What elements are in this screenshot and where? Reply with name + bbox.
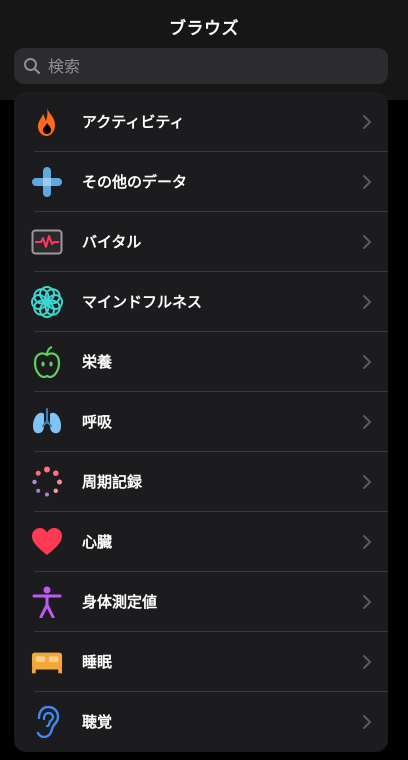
category-row-sleep[interactable]: 睡眠	[14, 632, 388, 692]
category-row-respiratory[interactable]: 呼吸	[14, 392, 388, 452]
category-row-nutrition[interactable]: 栄養	[14, 332, 388, 392]
apple-icon	[31, 346, 63, 378]
category-label: バイタル	[82, 233, 142, 251]
category-label: 聴覚	[82, 713, 113, 731]
category-label: アクティビティ	[82, 113, 185, 131]
category-row-activity[interactable]: アクティビティ	[14, 92, 388, 152]
chevron-right-icon	[363, 715, 371, 729]
category-label: 身体測定値	[82, 593, 158, 611]
cycle-dots-icon	[31, 466, 63, 498]
search-input[interactable]	[46, 55, 370, 77]
search-field[interactable]	[14, 48, 388, 84]
chevron-right-icon	[363, 175, 371, 189]
chevron-right-icon	[363, 415, 371, 429]
vitals-monitor-icon	[31, 226, 63, 258]
category-row-hearing[interactable]: 聴覚	[14, 692, 388, 752]
category-row-body-measurements[interactable]: 身体測定値	[14, 572, 388, 632]
body-figure-icon	[31, 586, 63, 618]
top-bar: ブラウズ	[0, 0, 408, 100]
category-label: 心臓	[82, 533, 113, 551]
chevron-right-icon	[363, 235, 371, 249]
category-row-cycle-tracking[interactable]: 周期記録	[14, 452, 388, 512]
category-list: アクティビティ その他のデータ バイタル マインドフルネス 栄養 呼吸 周期記録…	[14, 92, 388, 752]
bed-icon	[31, 646, 63, 678]
chevron-right-icon	[363, 595, 371, 609]
category-label: 栄養	[82, 353, 113, 371]
chevron-right-icon	[363, 355, 371, 369]
category-row-other-data[interactable]: その他のデータ	[14, 152, 388, 212]
category-row-vitals[interactable]: バイタル	[14, 212, 388, 272]
flame-icon	[31, 106, 63, 138]
category-label: 睡眠	[82, 653, 113, 671]
category-row-mindfulness[interactable]: マインドフルネス	[14, 272, 388, 332]
mindfulness-flower-icon	[31, 286, 63, 318]
category-label: その他のデータ	[82, 173, 188, 191]
chevron-right-icon	[363, 655, 371, 669]
category-label: 周期記録	[82, 473, 143, 491]
page-title: ブラウズ	[169, 19, 239, 39]
lungs-icon	[31, 406, 63, 438]
ear-icon	[31, 706, 63, 738]
category-label: マインドフルネス	[82, 293, 203, 311]
chevron-right-icon	[363, 475, 371, 489]
heart-icon	[31, 526, 63, 558]
plus-cross-icon	[31, 166, 63, 198]
category-row-heart[interactable]: 心臓	[14, 512, 388, 572]
search-icon	[22, 56, 42, 76]
chevron-right-icon	[363, 115, 371, 129]
category-label: 呼吸	[82, 413, 113, 431]
chevron-right-icon	[363, 295, 371, 309]
chevron-right-icon	[363, 535, 371, 549]
